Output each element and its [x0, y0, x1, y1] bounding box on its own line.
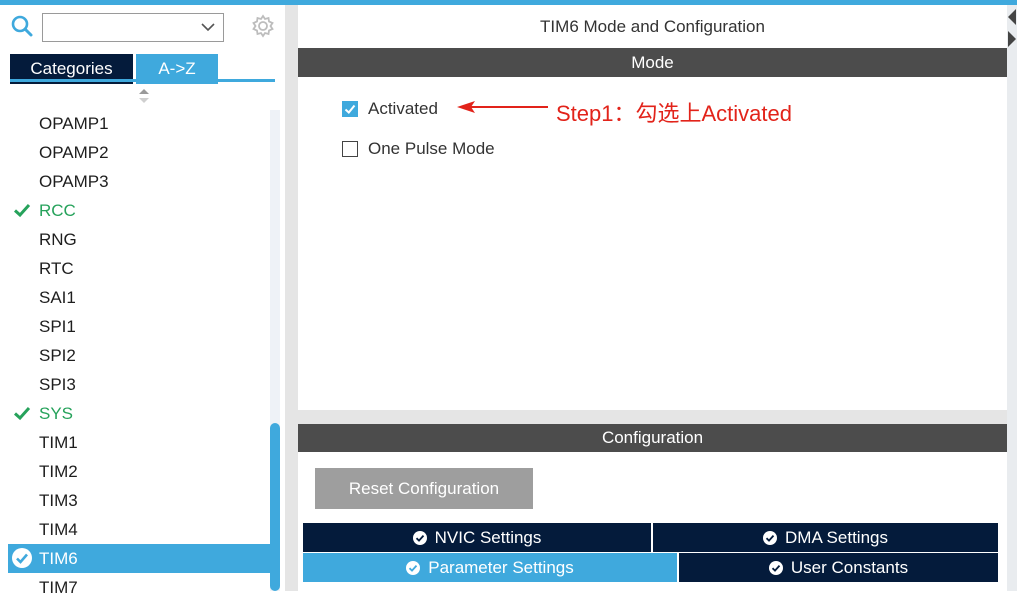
tab-nvic-settings[interactable]: NVIC Settings [303, 523, 651, 552]
component-list: OPAMP1 OPAMP2 OPAMP3 RCC RNG RTC SAI1 SPI1 SPI2 S… [8, 82, 270, 597]
panel-divider[interactable] [285, 5, 298, 591]
list-item-label: OPAMP2 [39, 143, 109, 162]
tab-parameter-settings-label: Parameter Settings [428, 558, 574, 577]
collapse-right-icon[interactable] [1007, 30, 1017, 48]
check-icon [13, 203, 31, 218]
tab-dma-settings[interactable]: DMA Settings [653, 523, 998, 552]
tab-user-constants-label: User Constants [790, 558, 909, 577]
right-edge-bar [1007, 5, 1017, 591]
list-item[interactable]: OPAMP1 [8, 109, 270, 138]
list-item[interactable]: TIM6 [8, 544, 270, 573]
list-item[interactable]: SPI1 [8, 312, 270, 341]
list-item-label: SAI1 [39, 288, 76, 307]
check-circle-icon [406, 561, 421, 575]
list-item[interactable]: RTC [8, 254, 270, 283]
checkbox-checked-icon[interactable] [342, 101, 358, 117]
list-item-label: OPAMP3 [39, 172, 109, 191]
list-item[interactable]: TIM4 [8, 515, 270, 544]
check-circle-icon [412, 531, 427, 545]
chevron-down-icon[interactable] [200, 21, 216, 33]
tab-parameter-settings[interactable]: Parameter Settings [303, 553, 677, 582]
list-scrollbar-thumb[interactable] [270, 423, 280, 591]
check-icon [13, 406, 31, 421]
list-item[interactable]: OPAMP3 [8, 167, 270, 196]
list-item-label: TIM2 [39, 462, 78, 481]
list-item-label: RCC [39, 201, 76, 220]
collapse-left-icon[interactable] [1007, 8, 1017, 26]
list-item[interactable]: OPAMP2 [8, 138, 270, 167]
sort-arrows-icon[interactable] [138, 88, 150, 104]
tab-nvic-settings-label: NVIC Settings [434, 528, 542, 547]
tab-user-constants[interactable]: User Constants [679, 553, 998, 582]
list-item-label: RNG [39, 230, 77, 249]
list-item-label: SPI3 [39, 375, 76, 394]
reset-configuration-button[interactable]: Reset Configuration [315, 468, 533, 509]
list-item[interactable]: TIM1 [8, 428, 270, 457]
list-item[interactable]: TIM3 [8, 486, 270, 515]
annotation-arrow-icon [457, 101, 548, 113]
checkbox-unchecked-icon[interactable] [342, 141, 358, 157]
section-gap [298, 410, 1007, 424]
activated-label: Activated [368, 99, 438, 118]
one-pulse-mode-label: One Pulse Mode [368, 139, 495, 158]
list-item[interactable]: SYS [8, 399, 270, 428]
mode-section-header: Mode [298, 48, 1007, 77]
list-item-label: TIM4 [39, 520, 78, 539]
list-item[interactable]: SPI3 [8, 370, 270, 399]
check-circle-icon [12, 548, 32, 568]
configuration-section-header: Configuration [298, 424, 1007, 452]
gear-icon[interactable] [250, 13, 276, 39]
list-item-label: TIM1 [39, 433, 78, 452]
list-item[interactable]: SPI2 [8, 341, 270, 370]
check-circle-icon [763, 531, 777, 545]
page-title: TIM6 Mode and Configuration [298, 5, 1007, 48]
tab-dma-settings-label: DMA Settings [785, 528, 888, 547]
annotation-text: Step1：勾选上Activated [556, 101, 792, 126]
list-item-label: TIM6 [39, 549, 78, 568]
list-item[interactable]: SAI1 [8, 283, 270, 312]
list-item-label: SYS [39, 404, 74, 423]
list-item[interactable]: RNG [8, 225, 270, 254]
search-input[interactable] [42, 13, 224, 42]
list-item-label: SPI2 [39, 346, 76, 365]
list-item-label: SPI1 [39, 317, 76, 336]
list-item[interactable]: RCC [8, 196, 270, 225]
search-icon[interactable] [10, 14, 36, 38]
list-item-label: TIM3 [39, 491, 78, 510]
list-item-label: RTC [39, 259, 74, 278]
list-item-label: TIM7 [39, 578, 78, 597]
check-circle-icon [768, 561, 783, 575]
list-item[interactable]: TIM7 [8, 573, 270, 602]
list-item[interactable]: TIM2 [8, 457, 270, 486]
list-item-label: OPAMP1 [39, 114, 109, 133]
